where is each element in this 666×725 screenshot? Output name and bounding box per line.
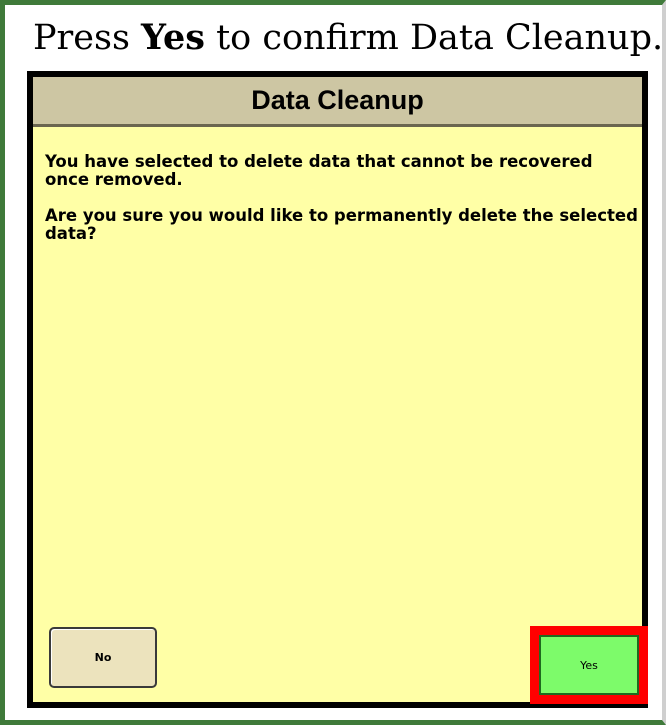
data-cleanup-dialog: Data Cleanup You have selected to delete… [27,71,648,708]
no-button[interactable]: No [49,627,157,688]
dialog-title: Data Cleanup [33,77,642,127]
dialog-message: You have selected to delete data that ca… [45,153,640,261]
yes-button[interactable]: Yes [539,635,639,695]
instruction-prefix: Press [33,18,142,58]
dialog-message-question: Are you sure you would like to permanent… [45,206,638,243]
instruction-suffix: to confirm Data Cleanup. [204,18,664,58]
instruction-emphasis: Yes [141,17,205,58]
dialog-message-warning: You have selected to delete data that ca… [45,152,593,189]
instruction-text: Press Yes to confirm Data Cleanup. [33,17,664,58]
instruction-frame: Press Yes to confirm Data Cleanup. Data … [0,0,666,725]
